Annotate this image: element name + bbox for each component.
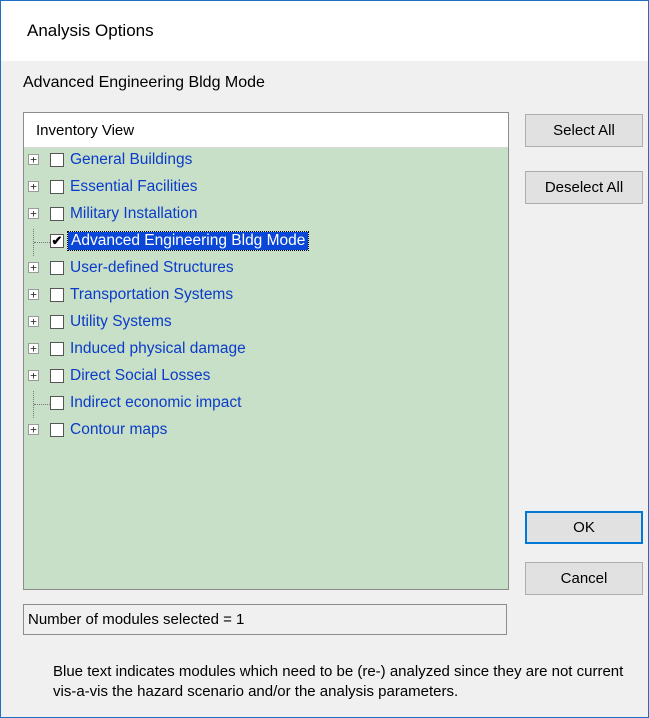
tree-branch-connector	[34, 404, 50, 406]
tree-item-label: Utility Systems	[70, 313, 172, 330]
expand-plus-icon[interactable]: +	[28, 424, 39, 435]
tree-item[interactable]: + Essential Facilities	[24, 175, 508, 202]
tree-item-label: Military Installation	[70, 205, 198, 222]
tree-item[interactable]: + Military Installation	[24, 202, 508, 229]
tree-header-label: Inventory View	[36, 122, 135, 139]
expand-plus-icon[interactable]: +	[28, 289, 39, 300]
tree-item-label: Indirect economic impact	[70, 394, 242, 411]
checkbox-icon[interactable]	[50, 153, 64, 167]
tree-item[interactable]: Indirect economic impact	[24, 391, 508, 418]
dialog-title: Analysis Options	[27, 21, 154, 40]
tree-item-label: General Buildings	[70, 151, 193, 168]
expand-plus-icon[interactable]: +	[28, 154, 39, 165]
tree-item-label: Transportation Systems	[70, 286, 234, 303]
legend-note: Blue text indicates modules which need t…	[53, 663, 624, 700]
checkbox-icon[interactable]	[50, 342, 64, 356]
expand-plus-icon[interactable]: +	[28, 262, 39, 273]
tree-header: Inventory View	[24, 113, 508, 148]
tree-item-label: Contour maps	[70, 421, 168, 438]
tree-item[interactable]: + Direct Social Losses	[24, 364, 508, 391]
tree-item-label: User-defined Structures	[70, 259, 234, 276]
tree-item[interactable]: + Contour maps	[24, 418, 508, 445]
tree-item[interactable]: + Transportation Systems	[24, 283, 508, 310]
title-bar: Analysis Options	[1, 1, 648, 61]
deselect-all-button[interactable]: Deselect All	[525, 171, 643, 204]
select-all-button[interactable]: Select All	[525, 114, 643, 147]
tree-item[interactable]: + User-defined Structures	[24, 256, 508, 283]
checkbox-icon[interactable]	[50, 261, 64, 275]
checkbox-icon[interactable]	[50, 288, 64, 302]
tree-item-label: Advanced Engineering Bldg Mode	[66, 231, 310, 251]
expand-plus-icon[interactable]: +	[28, 343, 39, 354]
analysis-options-dialog: Analysis Options Advanced Engineering Bl…	[0, 0, 649, 718]
tree-item-label: Induced physical damage	[70, 340, 246, 357]
checkbox-icon[interactable]	[50, 180, 64, 194]
expand-plus-icon[interactable]: +	[28, 181, 39, 192]
tree-item[interactable]: ✔ Advanced Engineering Bldg Mode	[24, 229, 508, 256]
current-module-label: Advanced Engineering Bldg Mode	[23, 74, 265, 91]
tree-item-label: Essential Facilities	[70, 178, 198, 195]
ok-button[interactable]: OK	[525, 511, 643, 544]
expand-plus-icon[interactable]: +	[28, 316, 39, 327]
tree-item-label: Direct Social Losses	[70, 367, 211, 384]
checkbox-icon[interactable]	[50, 369, 64, 383]
cancel-button[interactable]: Cancel	[525, 562, 643, 595]
tree-item[interactable]: + Induced physical damage	[24, 337, 508, 364]
tree-item[interactable]: + General Buildings	[24, 148, 508, 175]
expand-plus-icon[interactable]: +	[28, 370, 39, 381]
checkbox-icon[interactable]	[50, 207, 64, 221]
tree-branch-connector	[34, 242, 50, 244]
inventory-tree[interactable]: Inventory View + General Buildings + Essent…	[23, 112, 509, 590]
status-field: Number of modules selected = 1	[23, 604, 507, 635]
expand-plus-icon[interactable]: +	[28, 208, 39, 219]
tree-item[interactable]: + Utility Systems	[24, 310, 508, 337]
checkbox-icon[interactable]	[50, 315, 64, 329]
checkbox-icon[interactable]	[50, 423, 64, 437]
checked-checkbox-icon[interactable]: ✔	[50, 234, 64, 248]
modules-selected-count: Number of modules selected = 1	[28, 611, 245, 628]
checkbox-icon[interactable]	[50, 396, 64, 410]
